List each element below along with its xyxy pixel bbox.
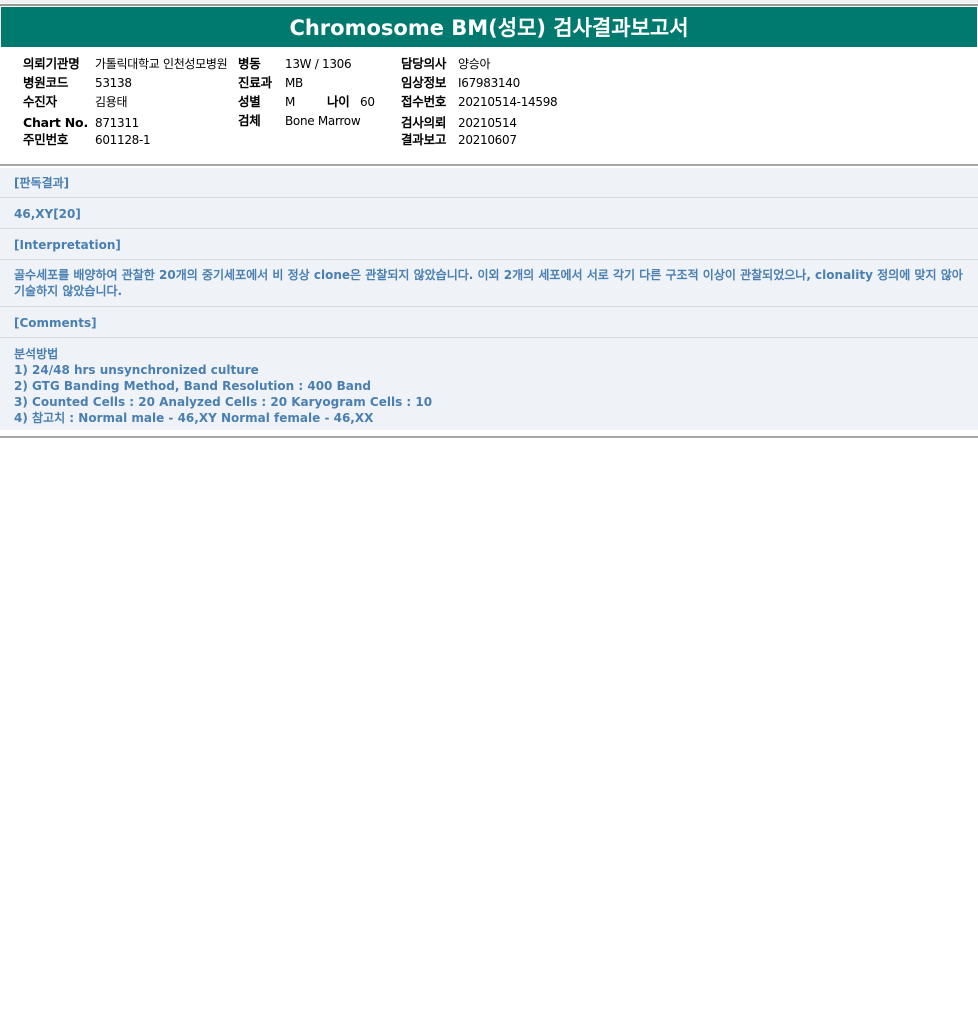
method-title: 분석방법 — [14, 347, 59, 361]
id-value: 601128-1 — [95, 133, 151, 147]
result-header: [판독결과] — [14, 176, 70, 190]
receipt-value: 20210514-14598 — [458, 95, 558, 109]
report-date-value: 20210607 — [458, 133, 517, 147]
report-date-label: 결과보고 — [401, 132, 447, 147]
method-item-3: 3) Counted Cells : 20 Analyzed Cells : 2… — [14, 395, 433, 409]
doctor-value: 양승아 — [458, 57, 491, 71]
patient-value: 김용태 — [95, 95, 128, 109]
method-item-1: 1) 24/48 hrs unsynchronized culture — [14, 363, 259, 377]
specimen-label: 검체 — [238, 113, 261, 128]
age-label: 나이 — [327, 94, 350, 109]
institution-label: 의뢰기관명 — [23, 56, 80, 71]
age-value: 60 — [360, 95, 375, 109]
result-value-row: 46,XY[20] — [0, 198, 978, 229]
top-divider — [0, 4, 978, 6]
id-label: 주민번호 — [23, 132, 69, 147]
patient-info-block: 의뢰기관명 가톨릭대학교 인천성모병원 병동 13W / 1306 담당의사 양… — [0, 48, 978, 164]
top-strip — [0, 0, 978, 3]
comments-header: [Comments] — [14, 316, 97, 330]
chart-no-label: Chart No. — [23, 115, 88, 130]
ward-label: 병동 — [238, 56, 261, 71]
receipt-label: 접수번호 — [401, 94, 447, 109]
report-title-text: Chromosome BM(성모) 검사결과보고서 — [289, 16, 689, 40]
dept-value: MB — [285, 76, 303, 90]
karyotype-result: 46,XY[20] — [14, 207, 81, 221]
result-header-row: [판독결과] — [0, 168, 978, 198]
ward-value: 13W / 1306 — [285, 57, 352, 71]
section-divider-bottom — [0, 436, 978, 438]
report-title: Chromosome BM(성모) 검사결과보고서 — [1, 7, 977, 47]
interpretation-header-row: [Interpretation] — [0, 229, 978, 260]
dept-label: 진료과 — [238, 75, 272, 90]
result-panel: [판독결과] 46,XY[20] [Interpretation] 골수세포를 … — [0, 168, 978, 430]
interpretation-text: 골수세포를 배양하여 관찰한 20개의 중기세포에서 비 정상 clone은 관… — [14, 268, 963, 298]
comments-row: 분석방법 1) 24/48 hrs unsynchronized culture… — [0, 338, 978, 430]
hospital-code-value: 53138 — [95, 76, 132, 90]
patient-label: 수진자 — [23, 94, 57, 109]
chart-no-value: 871311 — [95, 116, 140, 130]
interpretation-row: 골수세포를 배양하여 관찰한 20개의 중기세포에서 비 정상 clone은 관… — [0, 260, 978, 307]
interpretation-header: [Interpretation] — [14, 238, 121, 252]
clinical-value: I67983140 — [458, 76, 520, 90]
hospital-code-label: 병원코드 — [23, 75, 69, 90]
request-label: 검사의뢰 — [401, 115, 447, 130]
method-item-4: 4) 참고치 : Normal male - 46,XY Normal fema… — [14, 411, 374, 425]
sex-value: M — [285, 95, 296, 109]
comments-header-row: [Comments] — [0, 307, 978, 338]
section-divider-top — [0, 164, 978, 166]
institution-value: 가톨릭대학교 인천성모병원 — [95, 57, 228, 71]
sex-label: 성별 — [238, 94, 261, 109]
specimen-value: Bone Marrow — [285, 114, 361, 128]
clinical-label: 임상정보 — [401, 75, 447, 90]
request-value: 20210514 — [458, 116, 517, 130]
doctor-label: 담당의사 — [401, 56, 447, 71]
method-item-2: 2) GTG Banding Method, Band Resolution :… — [14, 379, 371, 393]
